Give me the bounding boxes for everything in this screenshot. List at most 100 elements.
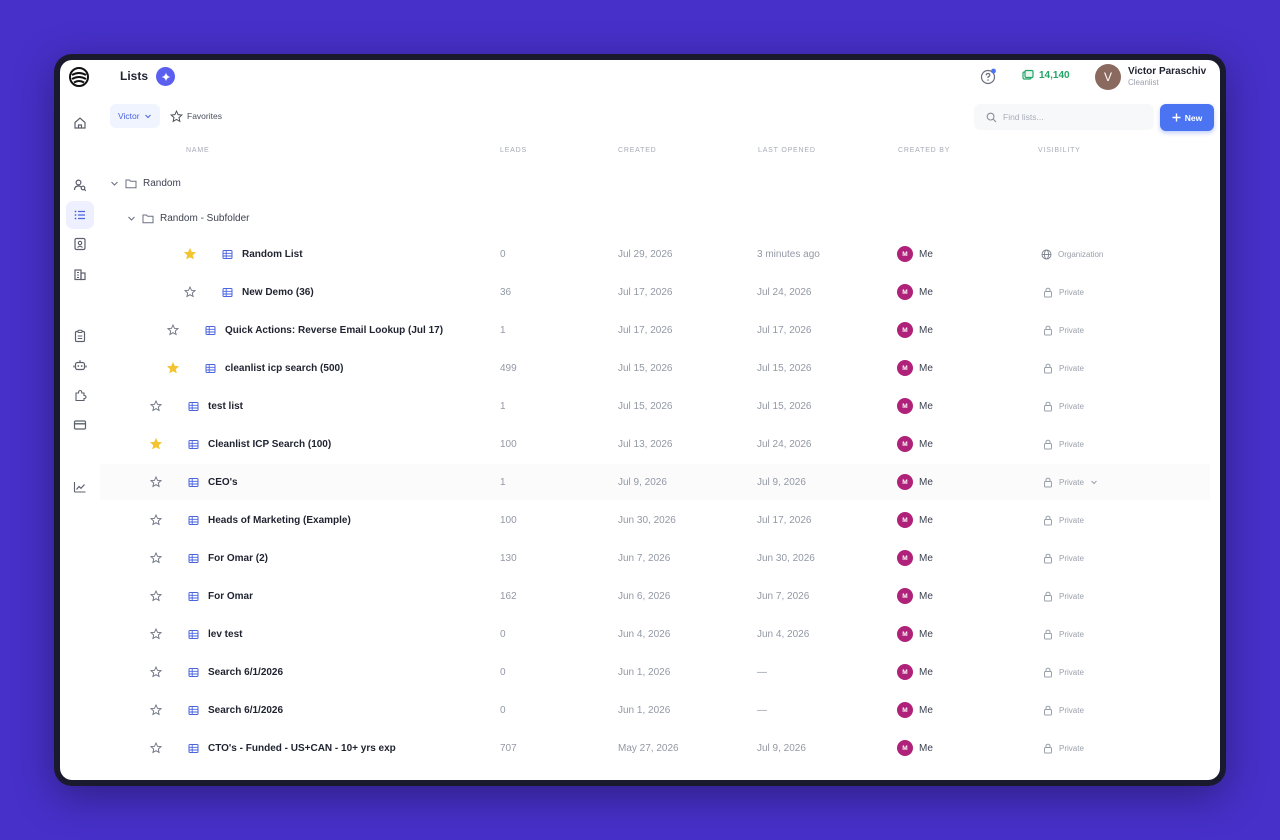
star-outline-icon[interactable] (150, 666, 162, 678)
nav-tasks[interactable] (66, 322, 94, 350)
clipboard-icon (74, 329, 86, 343)
visibility-selector[interactable]: Private (1043, 426, 1084, 462)
table-icon (188, 439, 199, 449)
folder-row[interactable]: Random (110, 173, 181, 193)
star-outline-icon[interactable] (150, 476, 162, 488)
column-header-created-by[interactable]: Created by (898, 147, 950, 154)
star-outline-icon[interactable] (150, 704, 162, 716)
created-date: Jul 17, 2026 (618, 324, 673, 336)
visibility-label: Private (1059, 401, 1084, 411)
list-name[interactable]: CTO's - Funded - US+CAN - 10+ yrs exp (208, 743, 396, 754)
star-filled-icon[interactable] (150, 438, 162, 450)
table-row[interactable]: Quick Actions: Reverse Email Lookup (Jul… (100, 312, 1210, 348)
table-row[interactable]: New Demo (36) 36 Jul 17, 2026 Jul 24, 2026 M… (100, 274, 1210, 310)
ai-assistant-button[interactable] (156, 67, 175, 86)
list-name[interactable]: For Omar (2) (208, 553, 268, 564)
folder-row[interactable]: Random - Subfolder (127, 208, 250, 228)
table-row[interactable]: Heads of Marketing (Example) 100 Jun 30, 2… (100, 502, 1210, 538)
list-name[interactable]: cleanlist icp search (500) (225, 363, 343, 374)
nav-integrations[interactable] (66, 381, 94, 409)
list-name[interactable]: Quick Actions: Reverse Email Lookup (Jul… (225, 325, 443, 336)
visibility-selector[interactable]: Private (1043, 692, 1084, 728)
visibility-selector[interactable]: Private (1043, 730, 1084, 766)
nav-analytics[interactable] (66, 473, 94, 501)
list-name[interactable]: CEO's (208, 477, 238, 488)
nav-agents[interactable] (66, 351, 94, 379)
folder-icon (142, 214, 154, 223)
list-name[interactable]: lev test (208, 629, 242, 640)
visibility-label: Private (1059, 287, 1084, 297)
created-by: M Me (897, 350, 933, 386)
star-outline-icon[interactable] (167, 324, 179, 336)
list-name[interactable]: Search 6/1/2026 (208, 705, 283, 716)
nav-billing[interactable] (66, 411, 94, 439)
user-name: Victor Paraschiv (1128, 66, 1207, 77)
star-outline-icon[interactable] (150, 628, 162, 640)
list-name[interactable]: For Omar (208, 591, 253, 602)
leads-count: 707 (500, 742, 517, 754)
visibility-selector[interactable]: Private (1043, 274, 1084, 310)
lock-icon (1044, 667, 1052, 677)
credits-balance[interactable]: 14,140 (1022, 69, 1070, 81)
nav-home[interactable] (66, 109, 94, 137)
puzzle-icon (75, 389, 87, 402)
owner-filter-dropdown[interactable]: Victor (110, 104, 160, 128)
visibility-selector[interactable]: Private (1043, 312, 1084, 348)
star-outline-icon[interactable] (150, 514, 162, 526)
visibility-selector[interactable]: Private (1043, 578, 1084, 614)
table-row[interactable]: Cleanlist ICP Search (100) 100 Jul 13, 202… (100, 426, 1210, 462)
column-header-visibility[interactable]: Visibility (1038, 147, 1081, 154)
star-filled-icon[interactable] (184, 248, 196, 260)
visibility-selector[interactable]: Private (1043, 540, 1084, 576)
search-lists[interactable] (974, 104, 1154, 130)
star-outline-icon[interactable] (150, 400, 162, 412)
nav-companies[interactable] (66, 260, 94, 288)
visibility-selector[interactable]: Private (1043, 388, 1084, 424)
star-filled-icon[interactable] (167, 362, 179, 374)
table-row[interactable]: Random List 0 Jul 29, 2026 3 minutes ago M Me… (100, 236, 1210, 272)
visibility-selector[interactable]: Organization (1041, 236, 1103, 272)
list-name[interactable]: Search 6/1/2026 (208, 667, 283, 678)
nav-lists[interactable] (66, 201, 94, 229)
table-row[interactable]: test list 1 Jul 15, 2026 Jul 15, 2026 M Me Pri… (100, 388, 1210, 424)
visibility-selector[interactable]: Private (1043, 502, 1084, 538)
list-name[interactable]: Heads of Marketing (Example) (208, 515, 351, 526)
list-name[interactable]: Cleanlist ICP Search (100) (208, 439, 331, 450)
visibility-selector[interactable]: Private (1043, 350, 1084, 386)
star-outline-icon[interactable] (150, 742, 162, 754)
table-row[interactable]: cleanlist icp search (500) 499 Jul 15, 202… (100, 350, 1210, 386)
app-window: Lists 14,140 V Victor Paraschiv Cleanlis… (60, 60, 1220, 780)
star-outline-icon[interactable] (150, 590, 162, 602)
column-header-created[interactable]: Created (618, 147, 657, 154)
table-row[interactable]: lev test 0 Jun 4, 2026 Jun 4, 2026 M Me Privat… (100, 616, 1210, 652)
nav-contacts[interactable] (66, 230, 94, 258)
column-header-leads[interactable]: Leads (500, 147, 527, 154)
visibility-selector[interactable]: Private (1043, 464, 1098, 500)
star-outline-icon[interactable] (184, 286, 196, 298)
help-icon[interactable] (980, 68, 997, 85)
favorites-filter[interactable]: Favorites (170, 104, 222, 128)
list-name[interactable]: test list (208, 401, 243, 412)
creator-name: Me (919, 362, 933, 374)
table-row[interactable]: Search 6/1/2026 0 Jun 1, 2026 — M Me Private (100, 654, 1210, 690)
search-input[interactable] (1003, 112, 1133, 122)
visibility-selector[interactable]: Private (1043, 654, 1084, 690)
table-row[interactable]: CTO's - Funded - US+CAN - 10+ yrs exp 707… (100, 730, 1210, 766)
table-row[interactable]: CEO's 1 Jul 9, 2026 Jul 9, 2026 M Me Private (100, 464, 1210, 500)
star-outline-icon[interactable] (150, 552, 162, 564)
table-row[interactable]: Search 6/1/2026 0 Jun 1, 2026 — M Me Private (100, 692, 1210, 728)
lock-icon (1044, 591, 1052, 601)
nav-people-search[interactable] (66, 171, 94, 199)
table-row[interactable]: For Omar (2) 130 Jun 7, 2026 Jun 30, 2026 M M… (100, 540, 1210, 576)
new-list-button[interactable]: New (1160, 104, 1214, 131)
list-name[interactable]: New Demo (36) (242, 287, 314, 298)
column-header-last-opened[interactable]: Last opened (758, 147, 816, 154)
last-opened-date: — (757, 704, 767, 716)
list-name[interactable]: Random List (242, 249, 303, 260)
table-row[interactable]: For Omar 162 Jun 6, 2026 Jun 7, 2026 M Me Priv… (100, 578, 1210, 614)
visibility-selector[interactable]: Private (1043, 616, 1084, 652)
favorites-filter-label: Favorites (187, 111, 222, 121)
cleanlist-logo-icon[interactable] (68, 66, 90, 88)
user-avatar[interactable]: V (1095, 64, 1121, 90)
column-header-name[interactable]: Name (186, 147, 209, 154)
